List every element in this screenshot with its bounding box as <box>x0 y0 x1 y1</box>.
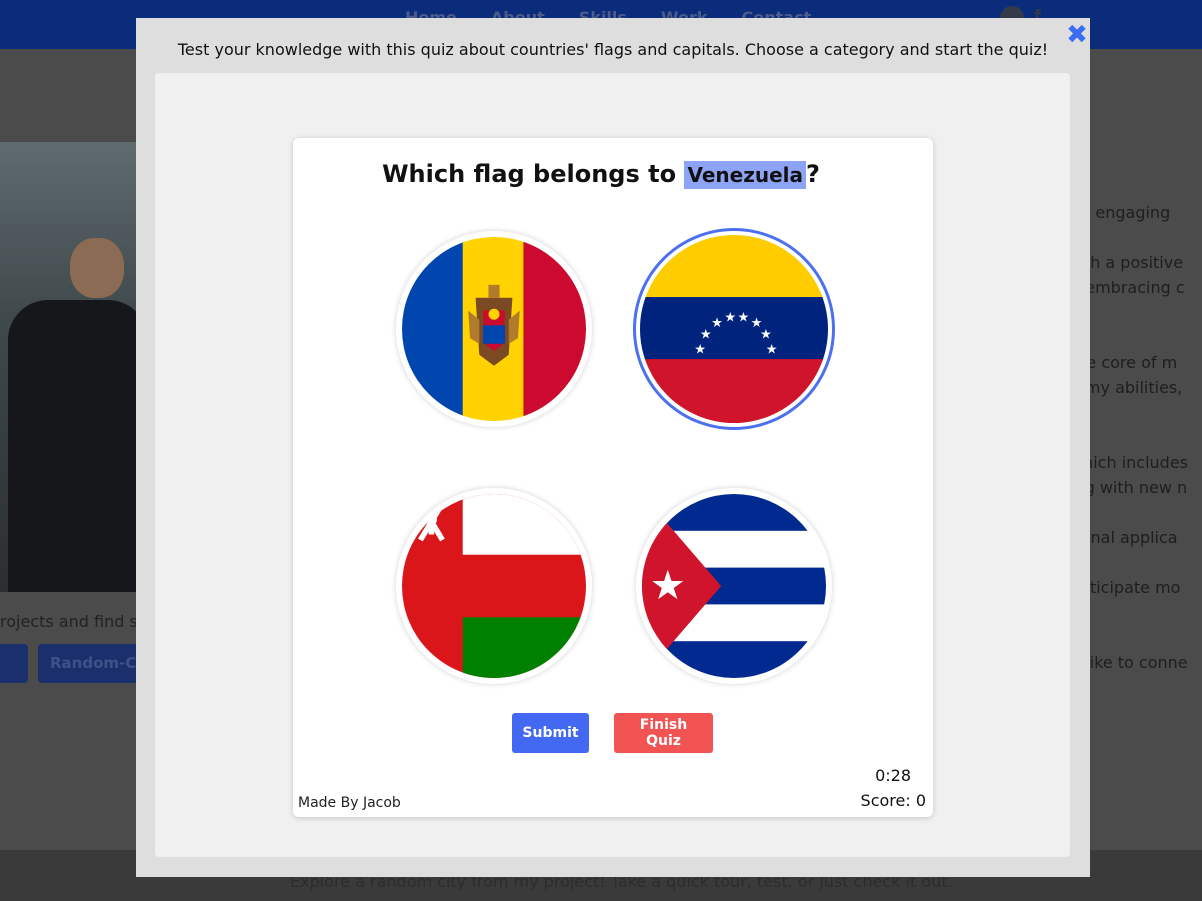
flag-option-3[interactable] <box>396 488 592 684</box>
cuba-flag-icon: ★ <box>642 494 826 678</box>
svg-text:★: ★ <box>711 316 723 331</box>
profile-photo-head <box>70 238 124 298</box>
svg-text:★: ★ <box>724 310 736 325</box>
profile-photo-person <box>8 300 148 592</box>
moldova-flag-icon <box>402 237 586 421</box>
svg-text:★: ★ <box>738 310 750 325</box>
svg-text:★: ★ <box>694 342 706 357</box>
question-title: Which flag belongs to Venezuela? <box>0 160 1202 189</box>
question-prefix: Which flag belongs to <box>382 160 685 188</box>
svg-text:★: ★ <box>650 561 686 609</box>
question-country: Venezuela <box>684 161 806 189</box>
quiz-score: Score: 0 <box>860 791 926 810</box>
quiz-timer: 0:28 <box>875 766 911 785</box>
modal-intro-text: Test your knowledge with this quiz about… <box>177 40 1049 59</box>
svg-text:★: ★ <box>700 327 712 342</box>
flag-option-2[interactable]: ★ ★ ★ ★ ★ ★ ★ ★ <box>636 231 832 427</box>
flag-option-1[interactable] <box>396 231 592 427</box>
background-button-1 <box>0 644 28 683</box>
submit-button[interactable]: Submit <box>512 713 589 753</box>
venezuela-flag-icon: ★ ★ ★ ★ ★ ★ ★ ★ <box>640 235 828 423</box>
made-by-credit: Made By Jacob <box>298 795 401 811</box>
finish-quiz-button[interactable]: Finish Quiz <box>614 713 713 753</box>
quiz-card <box>293 138 933 817</box>
background-left-text: rojects and find so <box>0 612 148 631</box>
flag-option-4[interactable]: ★ <box>636 488 832 684</box>
svg-text:★: ★ <box>760 327 772 342</box>
question-suffix: ? <box>806 160 820 188</box>
oman-flag-icon <box>402 494 586 678</box>
svg-text:★: ★ <box>766 342 778 357</box>
